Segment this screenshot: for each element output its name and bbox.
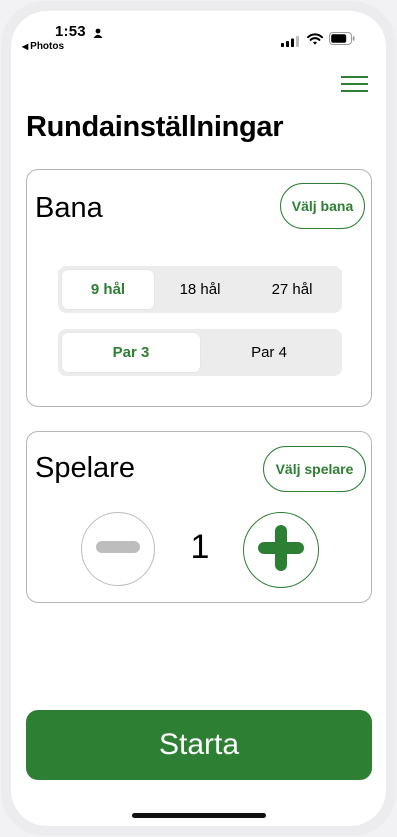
person-icon: [93, 25, 103, 43]
course-card: Bana Välj bana 9 hål 18 hål 27 hål Par 3…: [26, 169, 372, 407]
segment-18-holes[interactable]: 18 hål: [154, 270, 246, 309]
wifi-icon: [307, 32, 323, 50]
status-time: 1:53: [55, 23, 86, 40]
minus-icon: [96, 540, 140, 558]
back-app-label: Photos: [30, 41, 65, 52]
home-indicator: [132, 813, 266, 818]
page-title: Rundainställningar: [26, 111, 284, 143]
segment-par-4[interactable]: Par 4: [200, 333, 338, 372]
segment-27-holes[interactable]: 27 hål: [246, 270, 338, 309]
player-count: 1: [190, 528, 210, 566]
start-button[interactable]: Starta: [26, 710, 372, 780]
plus-icon: [258, 524, 304, 576]
back-arrow-icon: ◀: [22, 42, 29, 51]
device-frame: 1:53 ◀ Photos Rundainställningar Bana Vä…: [1, 1, 396, 836]
battery-icon: [329, 32, 355, 50]
course-card-title: Bana: [35, 192, 103, 224]
choose-players-button[interactable]: Välj spelare: [263, 446, 366, 492]
signal-icon: [281, 34, 299, 52]
segment-par-3[interactable]: Par 3: [62, 333, 200, 372]
choose-course-button[interactable]: Välj bana: [280, 183, 365, 229]
decrease-players-button[interactable]: [81, 512, 155, 586]
app-screen: 1:53 ◀ Photos Rundainställningar Bana Vä…: [11, 11, 386, 826]
increase-players-button[interactable]: [243, 512, 319, 588]
back-to-app-link[interactable]: ◀ Photos: [22, 41, 64, 52]
hamburger-menu-icon[interactable]: [341, 76, 368, 97]
players-card: Spelare Välj spelare 1: [26, 431, 372, 603]
players-card-title: Spelare: [35, 452, 135, 484]
segment-9-holes[interactable]: 9 hål: [62, 270, 154, 309]
holes-segmented-control: 9 hål 18 hål 27 hål: [58, 266, 342, 313]
par-segmented-control: Par 3 Par 4: [58, 329, 342, 376]
